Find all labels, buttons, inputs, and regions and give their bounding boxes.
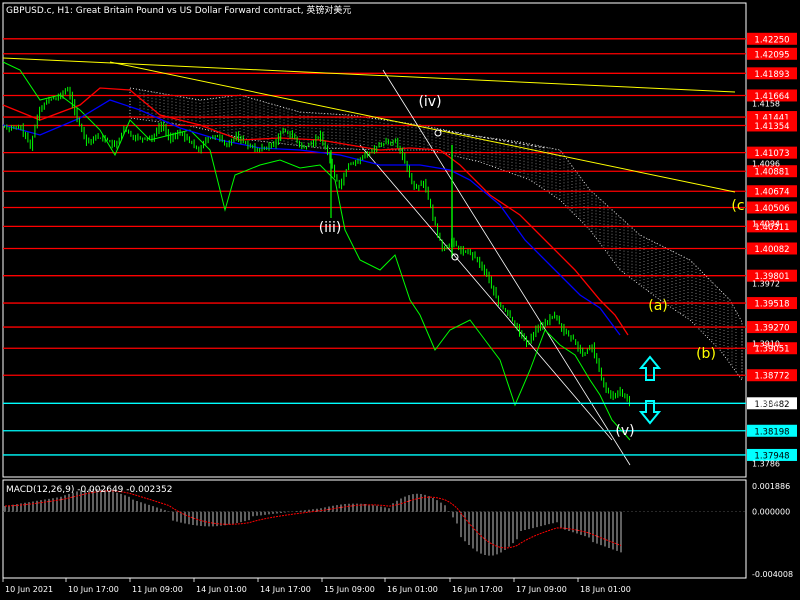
time-tick-label: 14 Jun 01:00 (196, 585, 247, 594)
wave-label: (iii) (319, 220, 342, 236)
price-tick-label: 1.3848 (752, 399, 780, 408)
red-level-label-text: 1.38772 (754, 372, 789, 382)
time-tick-label: 16 Jun 01:00 (387, 585, 438, 594)
time-tick-label: 15 Jun 09:00 (324, 585, 375, 594)
red-level-label-text: 1.40506 (754, 204, 789, 214)
red-level-label-text: 1.41354 (754, 122, 789, 132)
time-tick-label: 10 Jun 17:00 (68, 585, 119, 594)
price-tick-label: 1.3972 (752, 280, 780, 289)
price-tick-label: 1.4158 (752, 100, 780, 109)
support-level-label-text: 1.38198 (754, 427, 789, 437)
red-level-label-text: 1.40881 (754, 168, 789, 178)
wave-label: (v) (615, 423, 634, 439)
wave-label: (iv) (418, 94, 441, 110)
price-tick-label: 1.4096 (752, 160, 780, 169)
macd-tick-label: 0.001886 (752, 482, 790, 491)
wave-label: (b) (696, 346, 716, 362)
red-level-label-text: 1.40082 (754, 245, 789, 255)
red-level-label-text: 1.41893 (754, 70, 789, 80)
macd-label: MACD(12,26,9) -0.002649 -0.002352 (6, 485, 172, 495)
red-level-label-text: 1.39518 (754, 300, 789, 310)
time-tick-label: 17 Jun 09:00 (516, 585, 567, 594)
wave-label: (a) (648, 298, 668, 314)
red-level-label-text: 1.42095 (754, 50, 789, 60)
price-tick-label: 1.3910 (752, 340, 780, 349)
red-level-label-text: 1.41073 (754, 149, 789, 159)
macd-tick-label: 0.000000 (752, 508, 790, 517)
red-level-label-text: 1.42250 (754, 35, 789, 45)
red-level-label-text: 1.39270 (754, 324, 789, 334)
time-tick-label: 14 Jun 17:00 (260, 585, 311, 594)
time-tick-label: 18 Jun 01:00 (580, 585, 631, 594)
time-tick-label: 16 Jun 17:00 (452, 585, 503, 594)
macd-tick-label: -0.004008 (752, 570, 793, 579)
chart-canvas: 1.422501.420951.418931.416641.414411.413… (0, 0, 800, 600)
price-tick-label: 1.4034 (752, 220, 780, 229)
wave-label: (c (731, 198, 744, 214)
chart-title: GBPUSD.c, H1: Great Britain Pound vs US … (6, 4, 351, 16)
red-level-label-text: 1.40674 (754, 188, 789, 198)
price-tick-label: 1.3786 (752, 459, 780, 468)
time-tick-label: 11 Jun 09:00 (132, 585, 183, 594)
time-tick-label: 10 Jun 2021 (5, 585, 53, 594)
